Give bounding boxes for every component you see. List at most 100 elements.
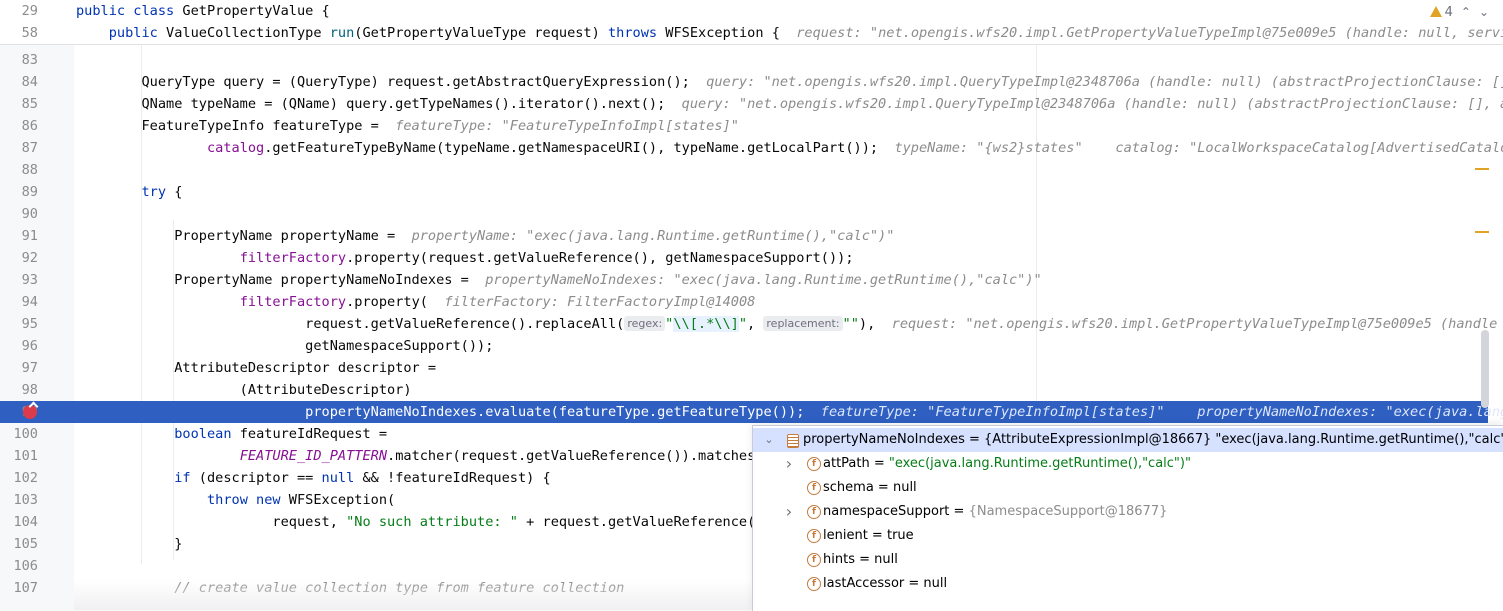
line-number[interactable]: 87 — [0, 137, 38, 159]
code-line[interactable]: 92 filterFactory.property(request.getVal… — [0, 247, 1488, 269]
code-line[interactable]: 86 FeatureTypeInfo featureType = feature… — [0, 115, 1488, 137]
expand-chevron-icon[interactable]: › — [783, 500, 795, 524]
code-text[interactable]: catalog.getFeatureTypeByName(typeName.ge… — [76, 137, 1503, 159]
line-number[interactable]: 106 — [0, 555, 38, 577]
line-number[interactable]: 93 — [0, 269, 38, 291]
code-text[interactable]: public class GetPropertyValue { — [76, 0, 330, 22]
next-highlight-icon[interactable]: ⌄ — [1479, 5, 1489, 19]
inline-debug-value: typeName: "{ws2}states" catalog: "LocalW… — [894, 140, 1503, 156]
code-line[interactable]: 94 filterFactory.property( filterFactory… — [0, 291, 1488, 313]
code-text[interactable]: try { — [76, 181, 182, 203]
line-number[interactable]: 95 — [0, 313, 38, 335]
code-line[interactable]: 83 — [0, 49, 1488, 71]
variable-name: namespaceSupport — [823, 504, 950, 519]
line-number[interactable]: 104 — [0, 511, 38, 533]
debug-tree-node[interactable]: › f attPath = "exec(java.lang.Runtime.getR… — [753, 452, 1503, 476]
debug-tree-node[interactable]: › f namespaceSupport = {NamespaceSupport@1… — [753, 500, 1503, 524]
code-text[interactable]: } — [76, 533, 182, 555]
code-text[interactable]: FeatureTypeInfo featureType = featureTyp… — [76, 115, 738, 137]
variable-value: null — [923, 576, 948, 591]
line-number[interactable]: 107 — [0, 577, 38, 599]
code-token: WFSException { — [665, 25, 797, 41]
code-text[interactable]: request.getValueReference().replaceAll(r… — [76, 313, 1497, 335]
code-text[interactable]: getNamespaceSupport()); — [76, 335, 493, 357]
code-text[interactable]: QName typeName = (QName) query.getTypeNa… — [76, 93, 1503, 115]
code-line[interactable]: 88 — [0, 159, 1488, 181]
line-number[interactable]: 102 — [0, 467, 38, 489]
warning-stripe-marker[interactable] — [1475, 168, 1489, 170]
equals-sign: = — [867, 528, 887, 543]
code-text[interactable]: if (descriptor == null && !featureIdRequ… — [76, 467, 551, 489]
vertical-scrollbar[interactable] — [1481, 330, 1489, 408]
code-text[interactable]: PropertyName propertyNameNoIndexes = pro… — [76, 269, 1042, 291]
code-line[interactable]: 89 try { — [0, 181, 1488, 203]
line-number[interactable]: 86 — [0, 115, 38, 137]
debug-tree-node[interactable]: f schema = null — [753, 476, 1503, 500]
debug-tree-node[interactable]: f lenient = true — [753, 524, 1503, 548]
debug-node-text: lenient = true — [823, 524, 914, 548]
previous-highlight-icon[interactable]: ⌃ — [1461, 5, 1471, 19]
expand-chevron-icon[interactable]: › — [783, 452, 795, 476]
debug-value-popup[interactable]: ⌄ propertyNameNoIndexes = {AttributeExpre… — [752, 425, 1503, 611]
code-text[interactable]: boolean featureIdRequest = — [76, 423, 387, 445]
line-number[interactable]: 58 — [0, 22, 38, 44]
line-number[interactable]: 90 — [0, 203, 38, 225]
line-number[interactable]: 29 — [0, 0, 38, 22]
line-number[interactable]: 91 — [0, 225, 38, 247]
line-number[interactable]: 92 — [0, 247, 38, 269]
code-line[interactable]: 58 public ValueCollectionType run(GetPro… — [0, 22, 1503, 44]
code-token: .matcher(request.getValueReference()).ma… — [387, 448, 772, 464]
code-line[interactable]: 96 getNamespaceSupport()); — [0, 335, 1488, 357]
line-number[interactable]: 100 — [0, 423, 38, 445]
collapse-chevron-icon[interactable]: ⌄ — [763, 428, 775, 452]
code-text[interactable]: PropertyName propertyName = propertyName… — [76, 225, 894, 247]
code-text[interactable]: throw new WFSException( — [76, 489, 395, 511]
code-line[interactable]: 85 QName typeName = (QName) query.getTyp… — [0, 93, 1503, 115]
code-token: request.getValueReference().replaceAll( — [76, 316, 625, 332]
line-number[interactable]: 98 — [0, 379, 38, 401]
breakpoint-icon[interactable] — [23, 405, 37, 419]
line-number[interactable]: 101 — [0, 445, 38, 467]
line-number[interactable]: 97 — [0, 357, 38, 379]
warning-indicator[interactable]: 4 — [1429, 5, 1453, 20]
debug-tree-node[interactable]: ⌄ propertyNameNoIndexes = {AttributeExpre… — [753, 428, 1503, 452]
code-text[interactable]: public ValueCollectionType run(GetProper… — [76, 22, 1503, 44]
code-line[interactable]: 91 PropertyName propertyName = propertyN… — [0, 225, 1488, 247]
code-text[interactable]: filterFactory.property( filterFactory: F… — [76, 291, 756, 313]
code-text[interactable]: request, "No such attribute: " + request… — [76, 511, 771, 533]
inline-debug-value: filterFactory: FilterFactoryImpl@14008 — [444, 294, 756, 310]
line-number[interactable]: 103 — [0, 489, 38, 511]
code-line[interactable]: 98 (AttributeDescriptor) — [0, 379, 1488, 401]
line-number[interactable]: 85 — [0, 93, 38, 115]
code-text[interactable]: FEATURE_ID_PATTERN.matcher(request.getVa… — [76, 445, 772, 467]
warning-stripe-marker[interactable] — [1475, 231, 1489, 233]
line-number[interactable]: 89 — [0, 181, 38, 203]
code-line[interactable]: 90 — [0, 203, 1488, 225]
inline-debug-value: query: "net.opengis.wfs20.impl.QueryType… — [681, 96, 1503, 112]
code-text[interactable]: (AttributeDescriptor) — [76, 379, 412, 401]
debug-tree-node[interactable]: f hints = null — [753, 548, 1503, 572]
code-line[interactable]: 95 request.getValueReference().replaceAl… — [0, 313, 1497, 335]
line-number[interactable]: 88 — [0, 159, 38, 181]
code-text[interactable]: filterFactory.property(request.getValueR… — [76, 247, 854, 269]
code-text[interactable]: QueryType query = (QueryType) request.ge… — [76, 71, 1503, 93]
code-line[interactable]: 84 QueryType query = (QueryType) request… — [0, 71, 1503, 93]
code-line[interactable]: 87 catalog.getFeatureTypeByName(typeName… — [0, 137, 1503, 159]
debug-tree-node[interactable]: f lastAccessor = null — [753, 572, 1503, 596]
code-text[interactable]: propertyNameNoIndexes.evaluate(featureTy… — [76, 401, 1503, 423]
equals-sign: = — [873, 480, 893, 495]
variable-value: "exec(java.lang.Runtime.getRuntime(),"ca… — [888, 456, 1191, 471]
code-line-current[interactable]: 99 propertyNameNoIndexes.evaluate(featur… — [0, 401, 1503, 423]
keyword-token: try — [141, 184, 167, 200]
inspection-widget[interactable]: 4 ⌃ ⌄ — [1429, 2, 1489, 22]
code-line[interactable]: 29 public class GetPropertyValue { — [0, 0, 1488, 22]
line-number[interactable]: 84 — [0, 71, 38, 93]
line-number[interactable]: 105 — [0, 533, 38, 555]
line-number[interactable]: 96 — [0, 335, 38, 357]
code-line[interactable]: 97 AttributeDescriptor descriptor = — [0, 357, 1488, 379]
code-text[interactable]: AttributeDescriptor descriptor = — [76, 357, 436, 379]
keyword-token: public — [76, 25, 167, 41]
code-line[interactable]: 93 PropertyName propertyNameNoIndexes = … — [0, 269, 1488, 291]
line-number[interactable]: 94 — [0, 291, 38, 313]
line-number[interactable]: 83 — [0, 49, 38, 71]
